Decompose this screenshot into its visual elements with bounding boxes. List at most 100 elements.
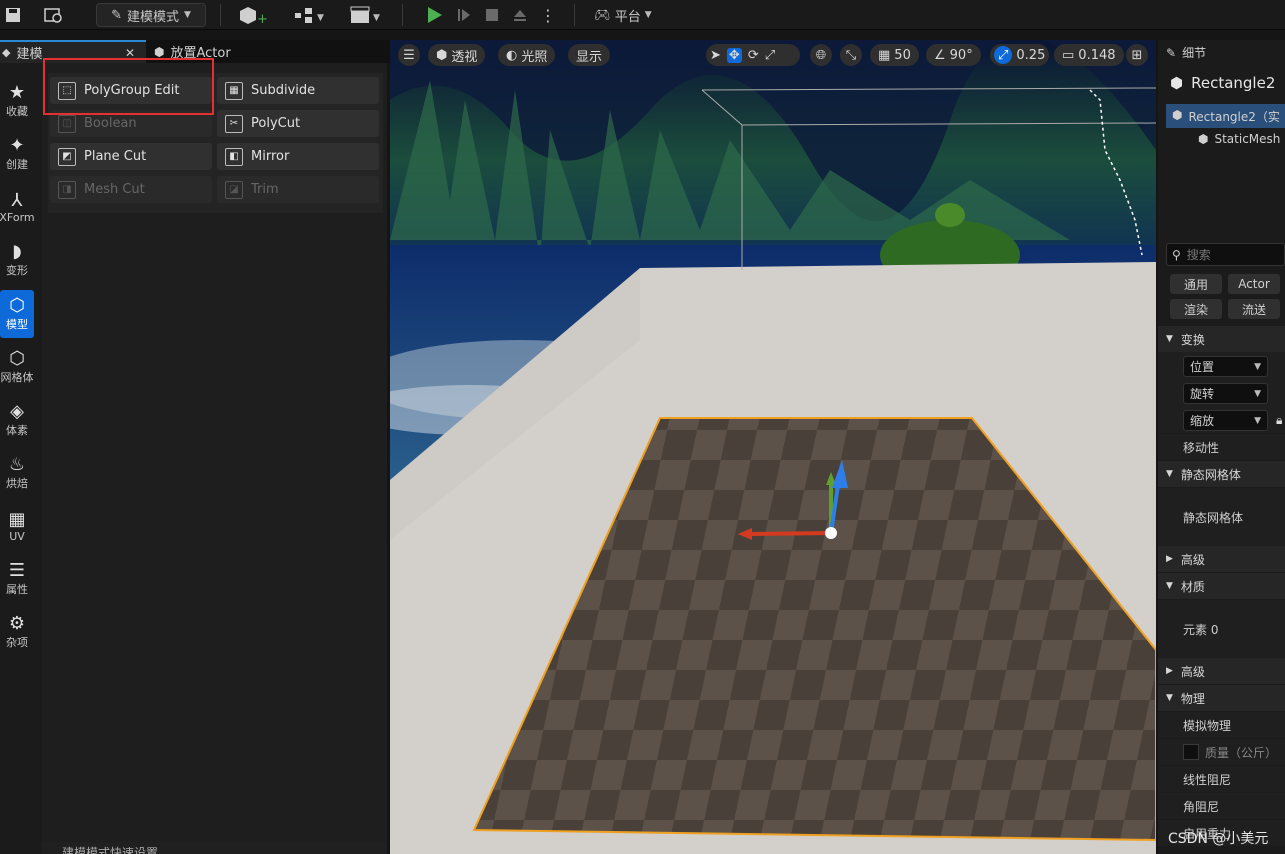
perspective-button[interactable]: ⬢ 透视 [428,44,486,66]
select-icon[interactable]: ➤ [710,48,721,63]
actor-header: ⬢ Rectangle2 [1170,74,1275,92]
section-transform[interactable]: ▼ 变换 [1158,326,1285,352]
mesh-cut-button[interactable]: ◨ Mesh Cut [50,176,212,203]
details-tab[interactable]: ✎ 细节 [1166,44,1206,61]
stop-icon[interactable] [480,3,504,27]
scale-snap-button[interactable]: ⤢ 0.25 [990,44,1050,66]
xform-icon: ⅄ [11,189,23,211]
show-button[interactable]: 显示 [568,44,611,66]
nav-model[interactable]: ⬡ 模型 [0,290,34,338]
tab-modeling[interactable]: ◆ 建模 ✕ [0,40,146,63]
left-panel-tabs: ◆ 建模 ✕ ⬢ 放置Actor [0,40,390,63]
nav-favorites[interactable]: ★ 收藏 [0,77,34,125]
chevron-down-icon: ▼ [1166,334,1173,344]
trim-button[interactable]: ◪ Trim [217,176,379,203]
filter-streaming-button[interactable]: 流送 [1228,299,1280,319]
section-physics[interactable]: ▼ 物理 [1158,685,1285,711]
scale-icon[interactable]: ⤢ [765,48,775,63]
play-icon[interactable] [420,3,448,27]
cube-icon: ⬢ [436,47,448,63]
chevron-down-icon: ▼ [1254,415,1261,426]
chevron-right-icon: ▶ [1166,666,1173,676]
close-icon[interactable]: ✕ [125,46,135,60]
nav-create[interactable]: ✦ 创建 [0,130,34,178]
nav-voxel[interactable]: ◈ 体素 [0,396,34,444]
nav-misc[interactable]: ⚙ 杂项 [0,608,34,656]
details-search-input[interactable]: ⚲ 搜索 [1166,243,1285,266]
quick-settings-header[interactable]: 建模模式快速设置 [42,842,387,854]
cube-icon: ⬢ [1172,108,1183,122]
mirror-button[interactable]: ◧ Mirror [217,143,379,170]
filter-actor-button[interactable]: Actor [1228,274,1280,294]
hamburger-icon: ☰ [403,47,415,63]
nav-deform[interactable]: ◗ 变形 [0,236,34,284]
blueprint-button[interactable]: ▼ [289,3,331,27]
grid-snap-button[interactable]: ▦ 50 [870,44,919,66]
viewport-menu-button[interactable]: ☰ [398,44,420,66]
nav-label: 网格体 [0,371,34,384]
add-actor-button[interactable]: + [232,3,274,27]
model-icon: ⬡ [9,295,25,316]
nav-mesh[interactable]: ⬡ 网格体 [0,343,34,391]
step-forward-icon[interactable] [452,3,476,27]
layout-icon: ⊞ [1131,47,1143,63]
filter-label: 通用 [1183,277,1208,292]
tab-place-actor[interactable]: ⬢ 放置Actor [154,40,390,63]
eject-icon[interactable] [508,3,532,27]
polygroup-edit-button[interactable]: ⬚ PolyGroup Edit [50,77,212,104]
scale-dropdown[interactable]: 缩放 ▼ [1183,410,1268,431]
chevron-down-icon: ▼ [1166,581,1173,591]
boolean-icon: ◫ [58,114,76,133]
filter-general-button[interactable]: 通用 [1170,274,1222,294]
static-mesh-icon: ⬢ [1198,132,1209,146]
cinematics-button[interactable]: ▼ [345,3,387,27]
nav-label: 体素 [6,424,28,437]
rotate-icon[interactable]: ⟳ [748,48,759,63]
lighting-button[interactable]: ◐ 光照 [498,44,556,66]
nav-label: 创建 [6,158,28,171]
rotation-dropdown[interactable]: 旋转 ▼ [1183,383,1268,404]
surface-snap-button[interactable]: ⤡ [840,44,862,66]
level-viewport[interactable]: ☰ ⬢ 透视 ◐ 光照 显示 ➤ ✥ ⟳ ⤢ 🌐︎ ⤡ ▦ 50 ∠ 90° ⤢… [390,40,1156,854]
section-advanced-1[interactable]: ▶ 高级 [1158,546,1285,572]
chevron-right-icon: ▶ [1166,554,1173,564]
subdivide-button[interactable]: ▦ Subdivide [217,77,379,104]
mirror-icon: ◧ [225,147,243,166]
rotation-snap-button[interactable]: ∠ 90° [926,44,981,66]
nav-attributes[interactable]: ☰ 属性 [0,555,34,603]
section-static-mesh[interactable]: ▼ 静态网格体 [1158,461,1285,487]
lock-icon[interactable]: 🔒︎ [1276,413,1282,428]
section-material[interactable]: ▼ 材质 [1158,573,1285,599]
nav-label: 杂项 [6,636,28,649]
section-advanced-2[interactable]: ▶ 高级 [1158,658,1285,684]
show-label: 显示 [576,49,603,65]
filter-rendering-button[interactable]: 渲染 [1170,299,1222,319]
more-options-icon[interactable]: ⋮ [538,3,558,27]
content-browser-icon[interactable] [40,3,66,27]
prop-label: 模拟物理 [1183,718,1232,733]
mass-checkbox[interactable] [1183,744,1199,760]
world-local-button[interactable]: 🌐︎ [810,44,832,66]
mode-dropdown[interactable]: ✎ 建模模式 ▼ [96,3,206,27]
component-tree-root-label: ⬢ Rectangle2（实 [1172,108,1280,125]
nav-uv[interactable]: ▦ UV [0,502,34,550]
nav-bake[interactable]: ♨ 烘焙 [0,449,34,497]
platform-dropdown[interactable]: 🎮︎ 平台 ▼ [588,3,658,27]
boolean-button[interactable]: ◫ Boolean [50,110,212,137]
prop-label: 角阻尼 [1183,799,1220,814]
translate-icon[interactable]: ✥ [726,47,742,63]
location-dropdown[interactable]: 位置 ▼ [1183,356,1268,377]
trim-icon: ◪ [225,180,243,199]
details-tab-label: 细节 [1182,46,1207,60]
nav-xform[interactable]: ⅄ XForm [0,183,35,231]
viewport-layout-button[interactable]: ⊞ [1126,44,1148,66]
save-icon[interactable] [2,3,24,27]
dropdown-label: 位置 [1190,360,1215,374]
prop-label: 质量（公斤） [1205,745,1278,760]
camera-speed-button[interactable]: ▭ 0.148 [1054,44,1124,66]
polycut-button[interactable]: ✂ PolyCut [217,110,379,137]
tool-label: Mesh Cut [84,182,145,197]
tool-label: Subdivide [251,83,316,98]
plane-cut-button[interactable]: ◩ Plane Cut [50,143,212,170]
component-tree-child[interactable]: ⬢ StaticMesh [1198,132,1280,146]
